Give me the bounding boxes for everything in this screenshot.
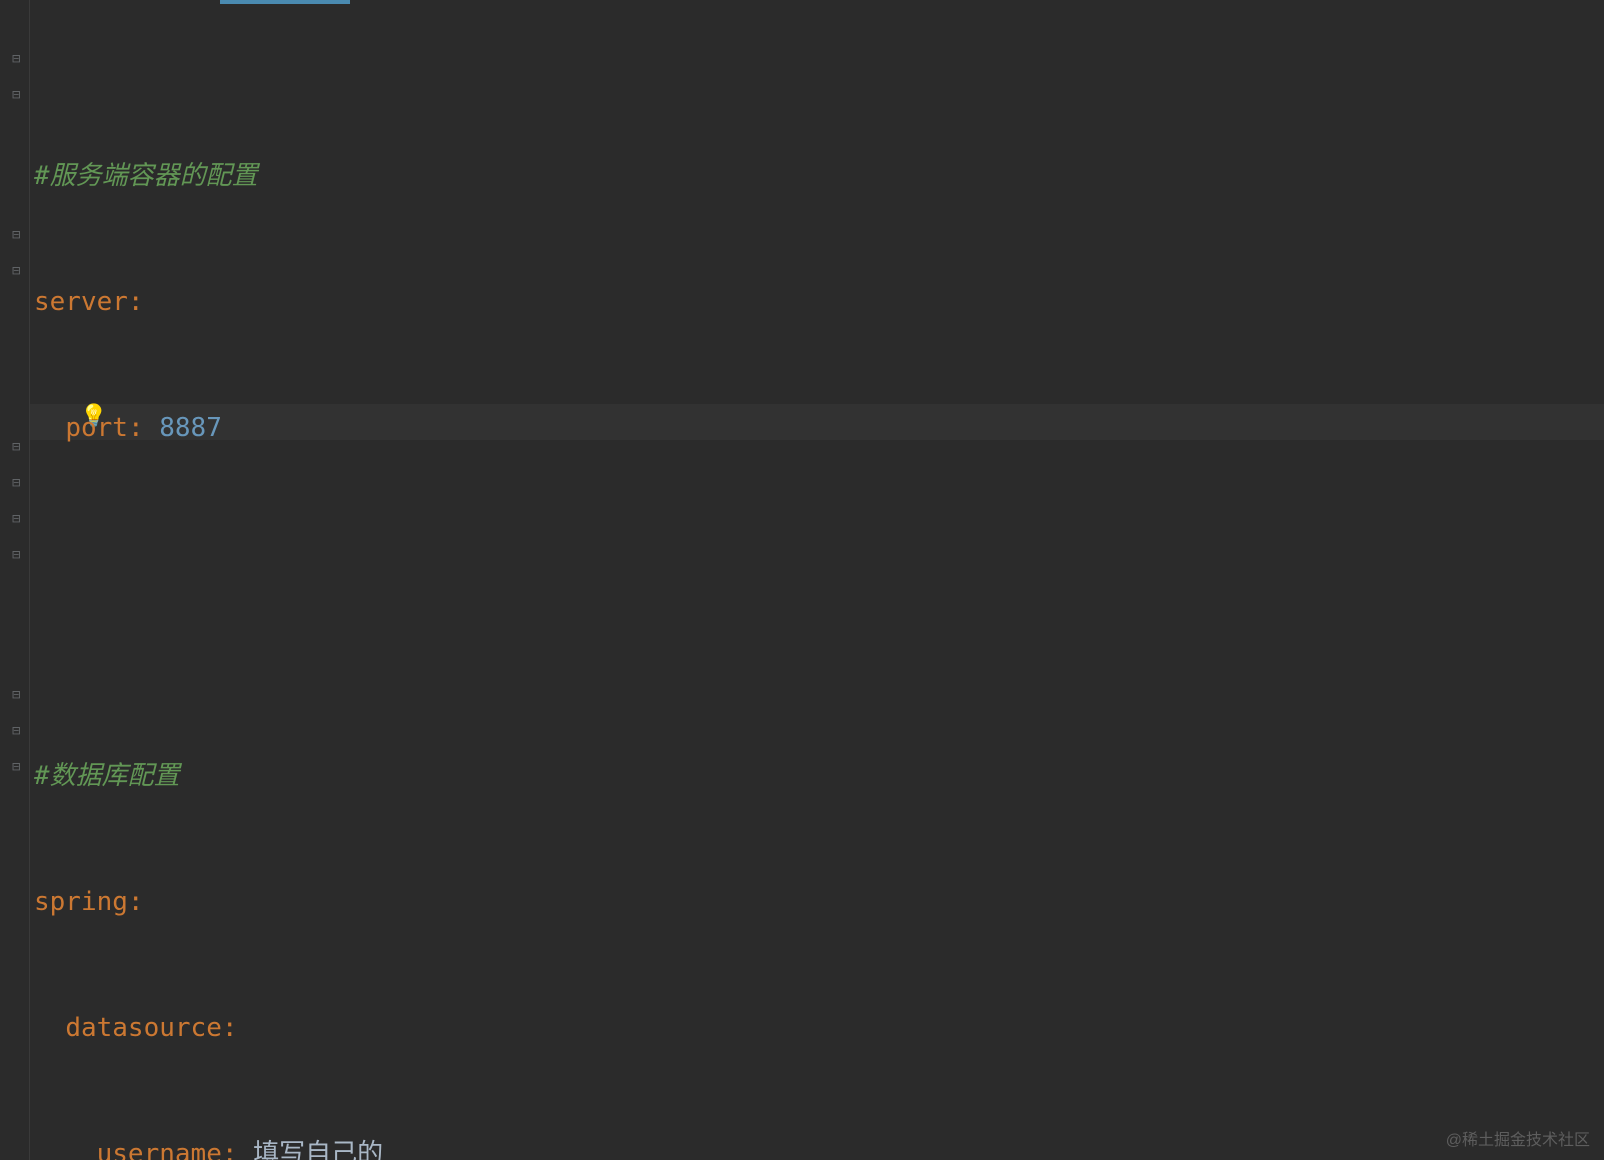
- code-line[interactable]: username: 填写自己的: [34, 1136, 1604, 1160]
- fold-icon[interactable]: ⊟: [12, 512, 26, 526]
- code-line[interactable]: [34, 536, 1604, 572]
- code-line[interactable]: #数据库配置: [34, 758, 1604, 794]
- code-editor[interactable]: ⊟ ⊟ ⊟ ⊟ ⊟ ⊟ ⊟ ⊟ ⊟ ⊟ ⊟ 💡 #服务端容器的配置 server…: [0, 0, 1604, 1160]
- yaml-key: server: [34, 287, 128, 317]
- yaml-key: datasource: [65, 1013, 222, 1043]
- fold-icon[interactable]: ⊟: [12, 548, 26, 562]
- fold-icon[interactable]: ⊟: [12, 724, 26, 738]
- comment-text: #数据库配置: [34, 761, 180, 791]
- fold-icon[interactable]: ⊟: [12, 228, 26, 242]
- fold-icon[interactable]: ⊟: [12, 88, 26, 102]
- yaml-key: username: [97, 1139, 222, 1160]
- fold-icon[interactable]: ⊟: [12, 52, 26, 66]
- gutter[interactable]: ⊟ ⊟ ⊟ ⊟ ⊟ ⊟ ⊟ ⊟ ⊟ ⊟ ⊟: [0, 0, 30, 1160]
- code-line[interactable]: server:: [34, 284, 1604, 320]
- fold-icon[interactable]: ⊟: [12, 264, 26, 278]
- yaml-value: 8887: [159, 413, 222, 443]
- comment-text: #服务端容器的配置: [34, 161, 258, 191]
- fold-icon[interactable]: ⊟: [12, 440, 26, 454]
- yaml-value: 填写自己的: [253, 1139, 383, 1160]
- current-line-highlight: [30, 404, 1604, 440]
- code-line[interactable]: [34, 632, 1604, 668]
- yaml-key: port: [65, 413, 128, 443]
- code-line[interactable]: spring:: [34, 884, 1604, 920]
- yaml-key: spring: [34, 887, 128, 917]
- code-line[interactable]: datasource:: [34, 1010, 1604, 1046]
- fold-icon[interactable]: ⊟: [12, 688, 26, 702]
- fold-icon[interactable]: ⊟: [12, 476, 26, 490]
- code-line[interactable]: #服务端容器的配置: [34, 158, 1604, 194]
- watermark-text: @稀土掘金技术社区: [1446, 1126, 1590, 1150]
- fold-icon[interactable]: ⊟: [12, 760, 26, 774]
- code-area[interactable]: 💡 #服务端容器的配置 server: port: 8887 #数据库配置 sp…: [30, 0, 1604, 1160]
